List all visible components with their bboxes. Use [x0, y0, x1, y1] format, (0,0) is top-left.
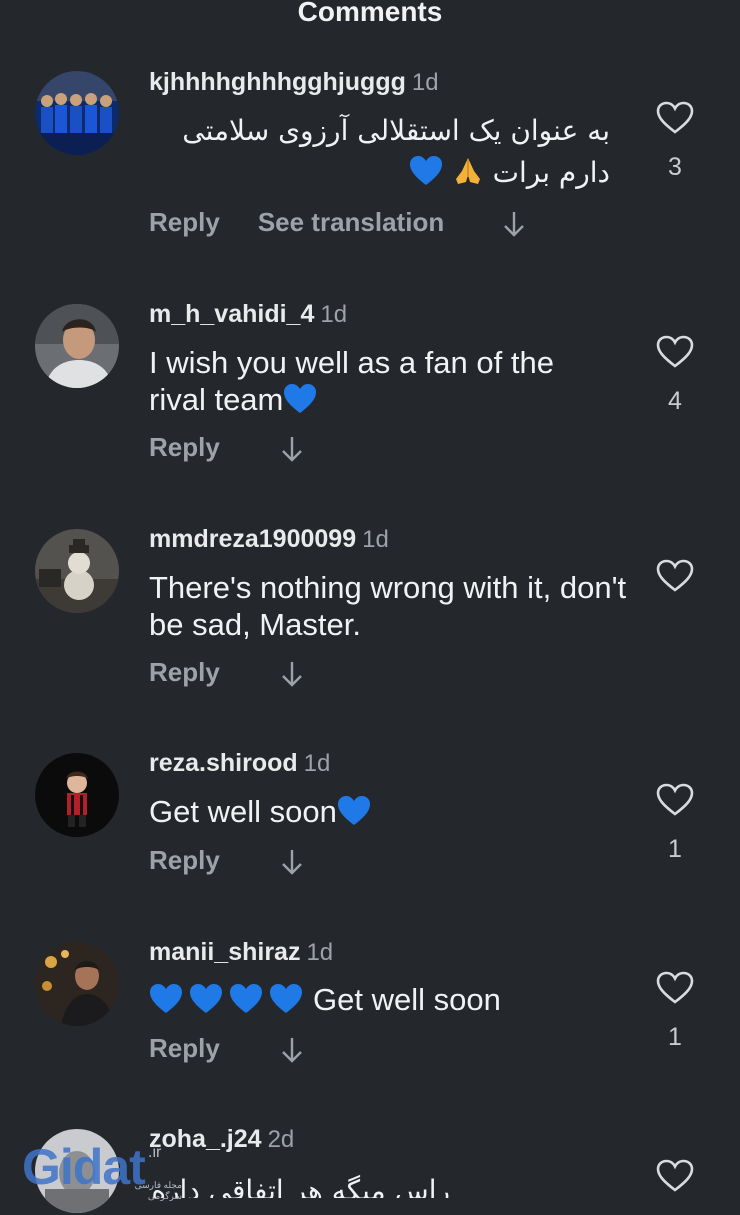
blue-heart-emoji — [409, 156, 442, 185]
comment-text: Get well soon — [149, 981, 619, 1018]
reply-button[interactable]: Reply — [149, 845, 220, 876]
blue-heart-emoji — [150, 984, 182, 1013]
comment-actions: Reply — [149, 657, 304, 688]
comment-meta: manii_shiraz 1d — [149, 938, 333, 967]
username[interactable]: mmdreza1900099 — [149, 525, 356, 553]
comment-text-content: I wish you well as a fan of the rival te… — [149, 345, 554, 417]
blue-heart-emoji — [230, 984, 262, 1013]
like-control: 1 — [655, 783, 695, 864]
blue-heart-emoji — [270, 984, 302, 1013]
reply-button[interactable]: Reply — [149, 657, 220, 688]
arrow-down-icon[interactable] — [280, 848, 304, 876]
like-control — [655, 559, 695, 611]
timestamp: 1d — [362, 526, 389, 553]
comment-text-content: Get well soon — [313, 982, 501, 1017]
arrow-down-icon[interactable] — [280, 435, 304, 463]
blue-heart-emoji — [190, 984, 222, 1013]
comment-meta: mmdreza1900099 1d — [149, 525, 389, 554]
timestamp: 1d — [411, 69, 439, 96]
comment-actions: Reply — [149, 432, 304, 463]
comment-meta: reza.shirood 1d — [149, 749, 330, 778]
comment-text: راس میگه هر اتفاقی داره 🙏 — [150, 1170, 450, 1198]
comments-header: Comments — [0, 0, 740, 34]
heart-outline-icon[interactable] — [656, 559, 694, 593]
avatar-snowman-photo — [35, 529, 119, 613]
avatar[interactable] — [35, 942, 119, 1026]
blue-heart-emoji — [337, 796, 370, 825]
like-count: 1 — [668, 1023, 682, 1051]
avatar[interactable] — [35, 529, 119, 613]
timestamp: 2d — [267, 1126, 295, 1153]
like-control: 3 — [655, 101, 695, 182]
comment-text: به عنوان یک استقلالی آرزوی سلامتی دارم ب… — [150, 110, 610, 194]
watermark-subtitle: مجله فارسی سرگرمی — [134, 1180, 182, 1201]
comment-meta: kjhhhhghhhgghjuggg 1d — [149, 68, 439, 97]
comment-actions: Reply — [149, 1033, 304, 1064]
heart-outline-icon[interactable] — [656, 101, 694, 135]
arrow-down-icon[interactable] — [502, 210, 526, 238]
comment-actions: Reply — [149, 845, 304, 876]
comment-text: Get well soon — [149, 793, 619, 830]
folded-hands-emoji — [455, 158, 480, 184]
arrow-down-icon[interactable] — [280, 660, 304, 688]
avatar-profile-photo — [35, 942, 119, 1026]
comment-text-content: There's nothing wrong with it, don't be … — [149, 570, 627, 642]
comments-screen: Comments kjhhhhghhhgghjuggg 1d به عنوان ی… — [0, 0, 740, 1215]
heart-outline-icon[interactable] — [656, 971, 694, 1005]
comment-text: I wish you well as a fan of the rival te… — [149, 344, 619, 418]
avatar-team-photo — [35, 71, 119, 155]
watermark-tld: .ir — [148, 1144, 162, 1161]
comment-actions: Reply See translation — [149, 207, 526, 238]
username[interactable]: m_h_vahidi_4 — [149, 300, 314, 328]
like-control: 1 — [655, 971, 695, 1052]
timestamp: 1d — [303, 750, 331, 777]
heart-outline-icon[interactable] — [656, 783, 694, 817]
avatar[interactable] — [35, 304, 119, 388]
page-title: Comments — [297, 0, 443, 27]
comment-meta: m_h_vahidi_4 1d — [149, 300, 347, 329]
username[interactable]: manii_shiraz — [149, 938, 300, 966]
comment-text-line: دارم برات — [492, 156, 610, 189]
like-count: 3 — [668, 153, 682, 181]
heart-outline-icon[interactable] — [656, 1159, 694, 1193]
timestamp: 1d — [320, 301, 348, 328]
timestamp: 1d — [306, 939, 334, 966]
comment-text-content: Get well soon — [149, 794, 337, 829]
avatar-cartoon-image — [35, 753, 119, 837]
avatar[interactable] — [35, 753, 119, 837]
reply-button[interactable]: Reply — [149, 1033, 220, 1064]
like-count: 1 — [668, 835, 682, 863]
watermark-logo: Gidat .ir مجله فارسی سرگرمی — [12, 1138, 182, 1208]
avatar-profile-photo — [35, 304, 119, 388]
like-control — [655, 1159, 695, 1193]
heart-outline-icon[interactable] — [656, 335, 694, 369]
arrow-down-icon[interactable] — [280, 1036, 304, 1064]
comment-text-line: به عنوان یک استقلالی آرزوی سلامتی — [182, 114, 610, 147]
username[interactable]: kjhhhhghhhgghjuggg — [149, 68, 406, 96]
like-count: 4 — [668, 387, 682, 415]
reply-button[interactable]: Reply — [149, 207, 220, 238]
blue-heart-emoji — [284, 384, 317, 413]
comment-text-line-wrap: دارم برات — [150, 152, 610, 194]
like-control: 4 — [655, 335, 695, 416]
comment-text-content: راس میگه هر اتفاقی داره 🙏 — [151, 1174, 450, 1198]
watermark-brand: Gidat — [22, 1139, 146, 1195]
username[interactable]: reza.shirood — [149, 749, 298, 777]
comment-text: There's nothing wrong with it, don't be … — [149, 569, 629, 643]
reply-button[interactable]: Reply — [149, 432, 220, 463]
avatar[interactable] — [35, 71, 119, 155]
see-translation-button[interactable]: See translation — [258, 207, 444, 238]
